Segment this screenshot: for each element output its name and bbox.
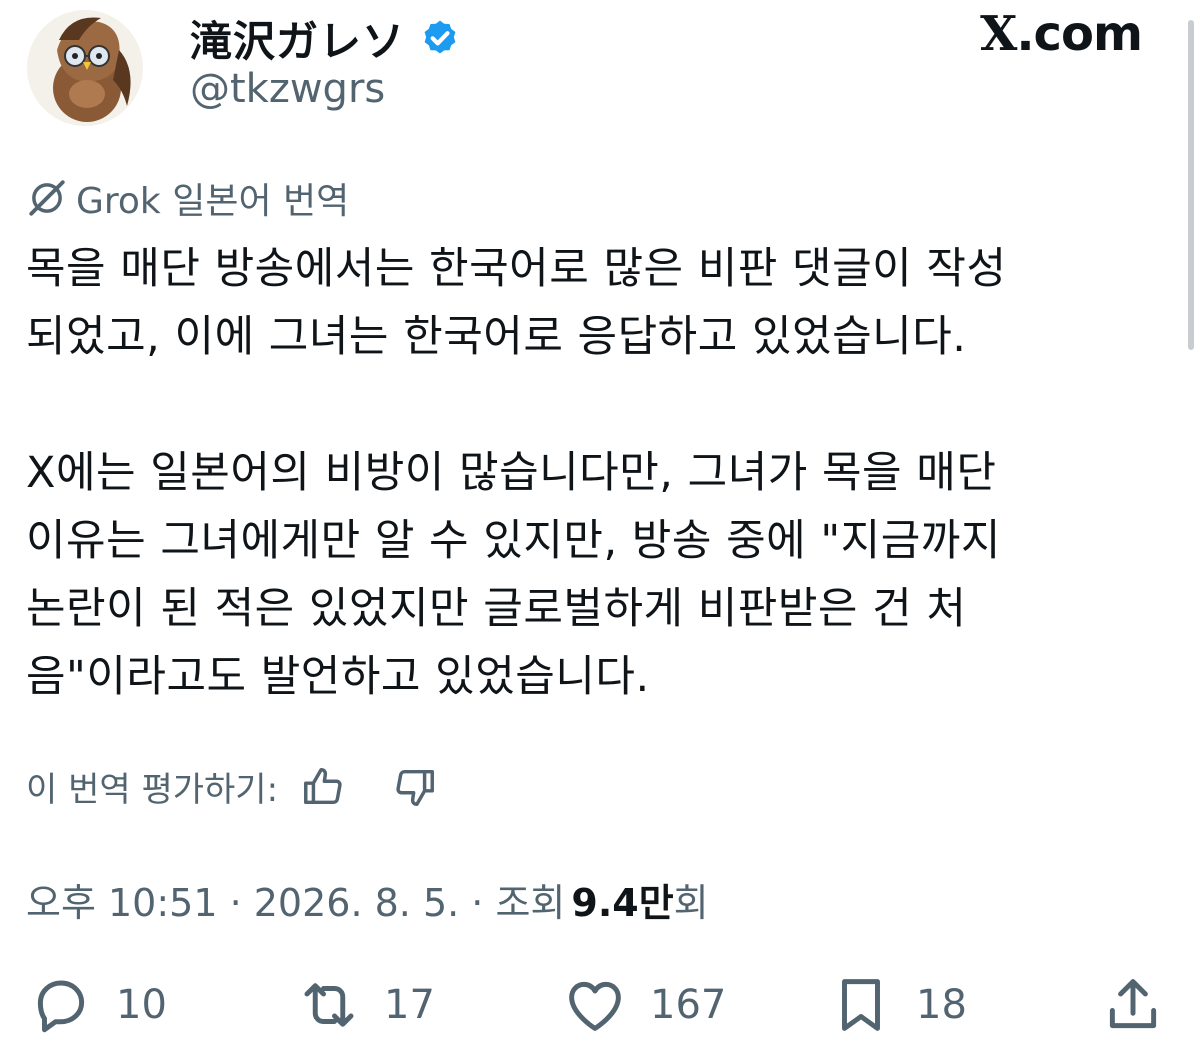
repost-button[interactable]: 17 xyxy=(296,972,435,1038)
like-button[interactable]: 167 xyxy=(562,972,726,1038)
x-domain-text: .com xyxy=(1016,6,1143,62)
post-timestamp[interactable]: 오후 10:51 · 2026. 8. 5. · 조회 xyxy=(26,872,565,927)
action-bar: 10 17 167 18 xyxy=(0,972,1200,1042)
rate-translation-row: 이 번역 평가하기: xyxy=(26,762,438,811)
thumbs-up-icon[interactable] xyxy=(300,764,346,810)
author-handle[interactable]: @tkzwgrs xyxy=(190,66,385,112)
reply-button[interactable]: 10 xyxy=(28,972,167,1038)
thumbs-down-icon[interactable] xyxy=(392,764,438,810)
x-logo-letter: X xyxy=(980,6,1017,62)
grok-icon xyxy=(29,180,65,216)
like-count: 167 xyxy=(650,982,727,1028)
post-text: 목을 매단 방송에서는 한국어로 많은 비판 댓글이 작성 되었고, 이에 그녀… xyxy=(26,244,1007,702)
reply-count: 10 xyxy=(116,982,167,1028)
translation-label-row: Grok 일본어 번역 xyxy=(26,172,349,224)
view-count-suffix: 회 xyxy=(673,881,709,925)
repost-count: 17 xyxy=(384,982,435,1028)
repost-icon xyxy=(304,983,354,1027)
scrollbar[interactable] xyxy=(1188,20,1194,350)
share-icon xyxy=(1109,979,1157,1029)
x-com-watermark: X.com xyxy=(980,6,1143,62)
post-meta: 오후 10:51 · 2026. 8. 5. · 조회 9.4만회 xyxy=(26,872,709,927)
author-name-row: 滝沢ガレソ xyxy=(190,8,461,69)
display-name[interactable]: 滝沢ガレソ xyxy=(190,8,405,69)
reply-icon xyxy=(37,980,85,1033)
bookmark-icon xyxy=(842,979,880,1031)
rate-translation-label: 이 번역 평가하기: xyxy=(26,770,279,810)
horse-avatar-icon xyxy=(53,17,131,122)
verified-badge-icon xyxy=(424,20,456,54)
share-button[interactable] xyxy=(1100,972,1166,1038)
translation-label: Grok 일본어 번역 xyxy=(76,181,350,222)
avatar[interactable] xyxy=(27,10,143,126)
bookmark-button[interactable]: 18 xyxy=(828,972,967,1038)
heart-icon xyxy=(569,981,621,1031)
bookmark-count: 18 xyxy=(916,982,967,1028)
view-count: 9.4만 xyxy=(571,881,674,925)
